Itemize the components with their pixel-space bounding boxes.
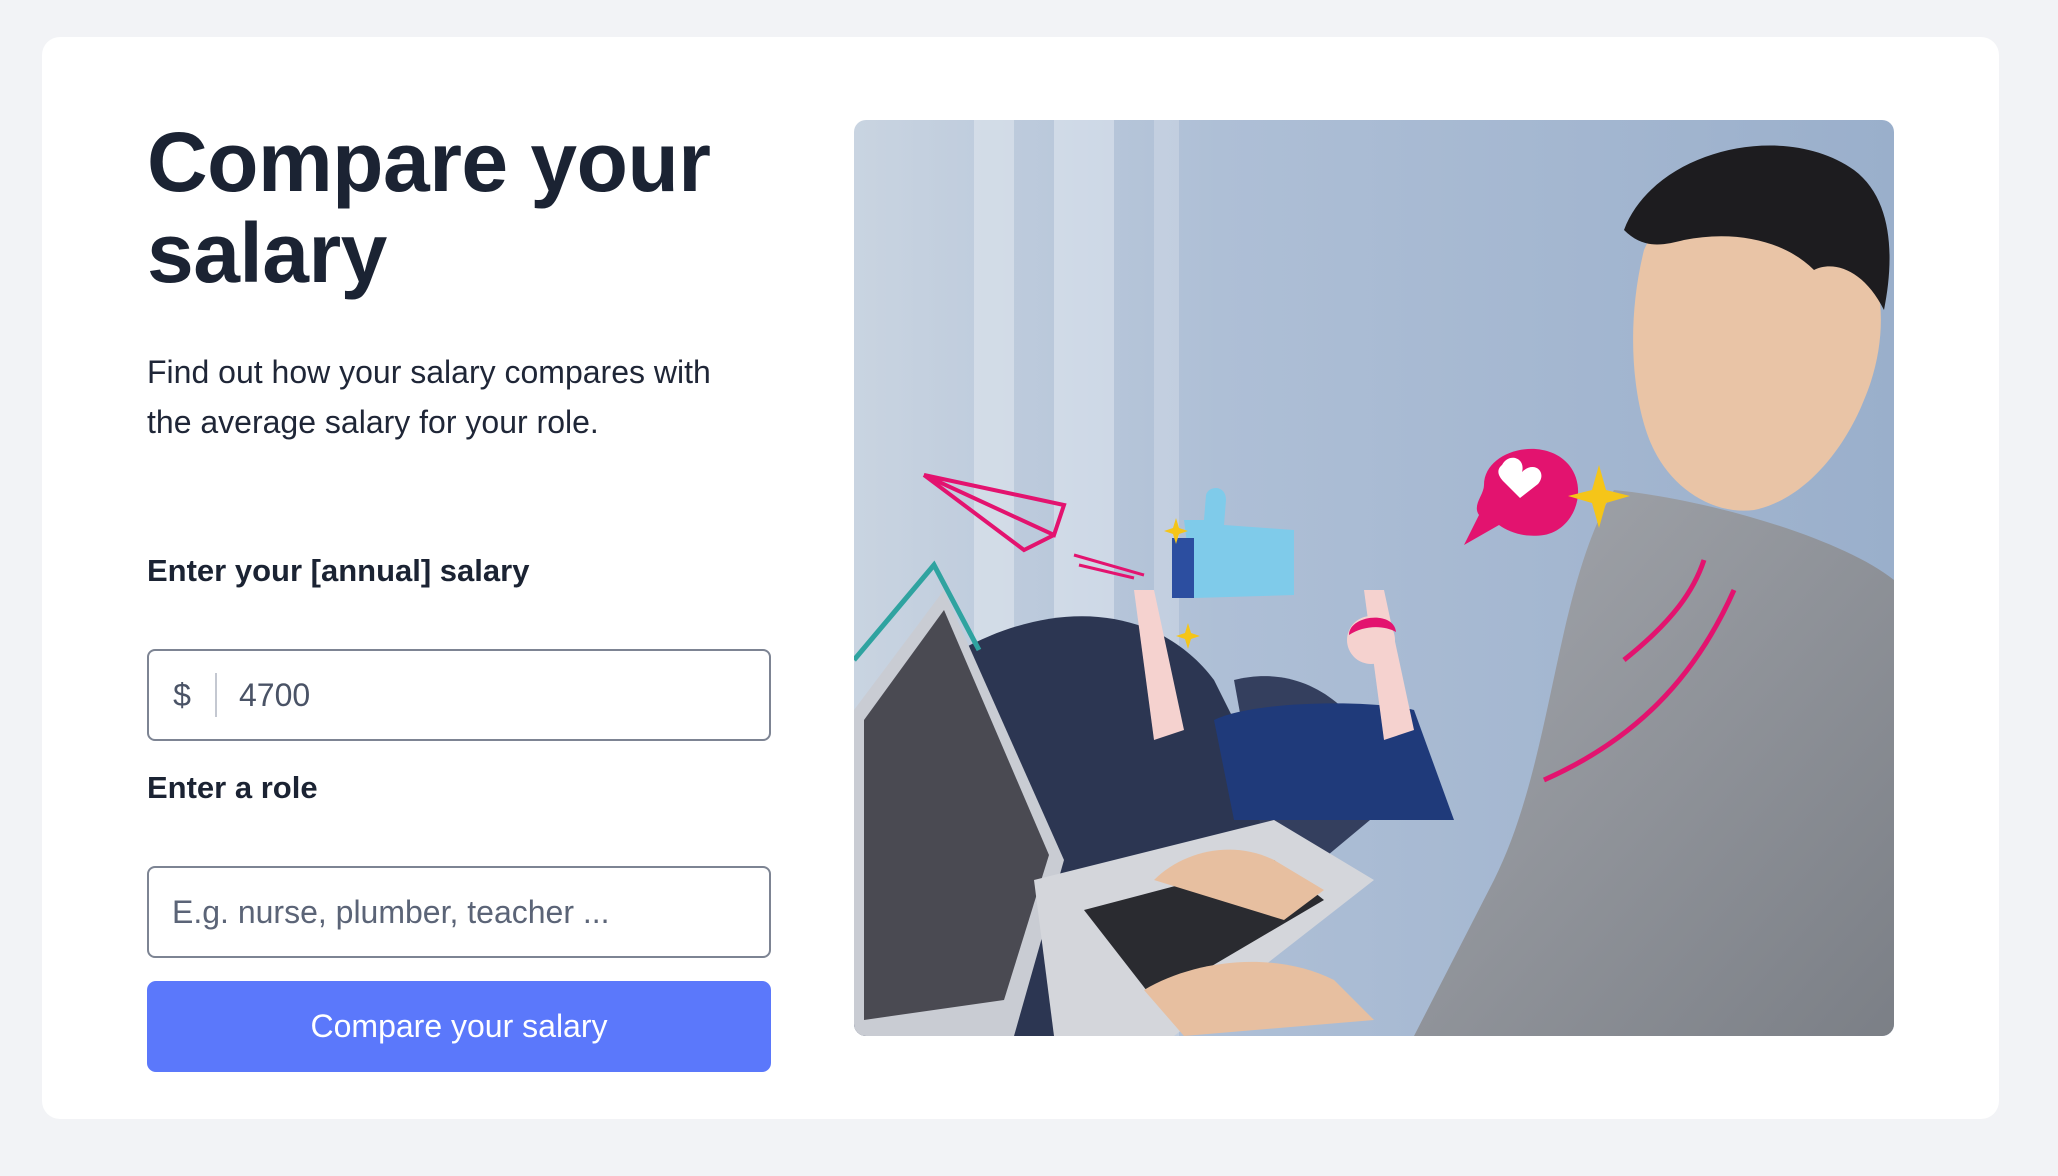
currency-prefix: $ xyxy=(149,673,217,717)
role-label: Enter a role xyxy=(147,770,318,805)
compare-salary-button[interactable]: Compare your salary xyxy=(147,981,771,1072)
salary-comparison-card: Compare your salary Find out how your sa… xyxy=(42,37,1999,1119)
role-field[interactable] xyxy=(147,866,771,958)
role-input[interactable] xyxy=(149,868,769,956)
salary-label: Enter your [annual] salary xyxy=(147,553,530,588)
salary-field[interactable]: $ xyxy=(147,649,771,741)
form-panel: Compare your salary Find out how your sa… xyxy=(147,115,771,1072)
hero-image xyxy=(854,120,1894,1036)
page-description: Find out how your salary compares with t… xyxy=(147,354,711,440)
page-title: Compare your salary xyxy=(147,115,711,300)
salary-input[interactable] xyxy=(217,651,769,739)
person-laptop-illustration-icon xyxy=(854,120,1894,1036)
